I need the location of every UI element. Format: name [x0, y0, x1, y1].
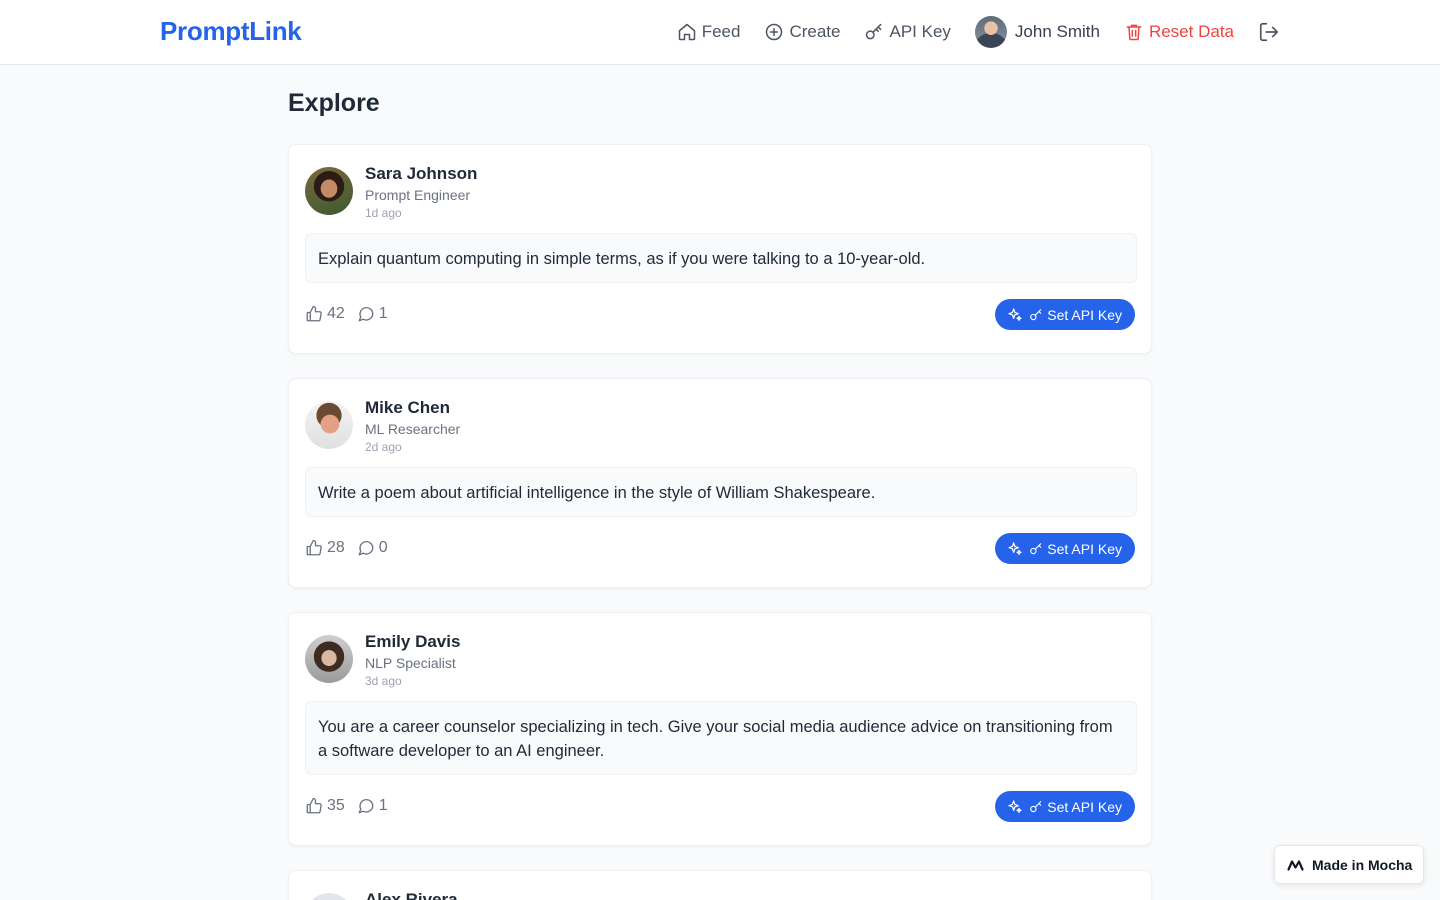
comment-button[interactable]: 0 [357, 539, 388, 557]
post-timestamp: 3d ago [365, 674, 402, 688]
key-icon [1030, 542, 1042, 554]
key-icon [1030, 800, 1042, 812]
comment-button[interactable]: 1 [357, 305, 388, 323]
author-role: ML Researcher [365, 421, 461, 437]
post-card: Sara Johnson Prompt Engineer 1d ago Expl… [288, 144, 1152, 354]
set-api-key-button[interactable]: Set API Key [995, 299, 1135, 330]
like-count: 28 [327, 539, 345, 556]
reset-data-button[interactable]: Reset Data [1124, 22, 1234, 42]
prompt-text: You are a career counselor specializing … [305, 701, 1137, 775]
trash-icon [1126, 24, 1142, 41]
post-card: Mike Chen ML Researcher 2d ago Write a p… [288, 378, 1152, 588]
like-count: 42 [327, 305, 345, 322]
nav-create[interactable]: Create [764, 22, 840, 42]
author-name[interactable]: Sara Johnson [365, 164, 477, 184]
prompt-text: Explain quantum computing in simple term… [305, 233, 1137, 283]
nav-feed[interactable]: Feed [677, 22, 741, 42]
thumbs-up-icon [306, 539, 322, 556]
post-card: Emily Davis NLP Specialist 3d ago You ar… [288, 612, 1152, 846]
comment-count: 0 [378, 539, 388, 556]
comment-button[interactable]: 1 [357, 797, 388, 815]
nav-feed-label: Feed [701, 22, 741, 41]
like-count: 35 [327, 797, 345, 814]
author-avatar[interactable] [305, 635, 353, 683]
like-button[interactable]: 35 [305, 797, 345, 815]
author-avatar[interactable] [305, 167, 353, 215]
author-name[interactable]: Mike Chen [365, 398, 450, 418]
user-profile-link[interactable]: John Smith [974, 16, 1100, 48]
set-api-key-label: Set API Key [1047, 798, 1122, 815]
set-api-key-label: Set API Key [1047, 306, 1122, 323]
user-name: John Smith [1014, 22, 1100, 41]
post-card: Alex Rivera [288, 870, 1152, 900]
post-stats: 35 1 [305, 797, 400, 815]
thumbs-up-icon [306, 797, 322, 814]
comment-icon [358, 799, 374, 814]
author-name[interactable]: Emily Davis [365, 632, 460, 652]
logout-button[interactable] [1258, 21, 1280, 43]
sparkles-icon [1008, 541, 1022, 555]
author-role: NLP Specialist [365, 655, 456, 671]
sparkles-icon [1008, 799, 1022, 813]
author-role: Prompt Engineer [365, 187, 471, 203]
page-title: Explore [288, 89, 380, 117]
key-icon [866, 23, 882, 40]
sparkles-icon [1008, 307, 1022, 321]
post-timestamp: 2d ago [365, 440, 402, 454]
reset-data-label: Reset Data [1148, 22, 1234, 41]
brand-logo[interactable]: PromptLink [160, 16, 302, 47]
set-api-key-label: Set API Key [1047, 540, 1122, 557]
plus-circle-icon [766, 23, 783, 41]
like-button[interactable]: 28 [305, 539, 345, 557]
comment-count: 1 [378, 797, 388, 814]
set-api-key-button[interactable]: Set API Key [995, 533, 1135, 564]
comment-icon [358, 541, 374, 556]
key-icon [1030, 308, 1042, 320]
mocha-logo-icon [1287, 859, 1304, 871]
made-in-mocha-badge[interactable]: Made in Mocha [1274, 845, 1424, 884]
top-navigation-bar: PromptLink Feed Create API Key John Smit… [0, 0, 1440, 65]
comment-count: 1 [378, 305, 388, 322]
like-button[interactable]: 42 [305, 305, 345, 323]
comment-icon [358, 307, 374, 322]
main-nav: Feed Create API Key John Smith Reset Dat… [653, 0, 1280, 64]
user-avatar [974, 16, 1007, 48]
nav-api-key[interactable]: API Key [864, 22, 951, 42]
author-name[interactable]: Alex Rivera [365, 890, 458, 900]
author-avatar[interactable] [305, 401, 353, 449]
post-stats: 28 0 [305, 539, 400, 557]
thumbs-up-icon [306, 305, 322, 322]
set-api-key-button[interactable]: Set API Key [995, 791, 1135, 822]
nav-api-key-label: API Key [889, 22, 951, 41]
post-timestamp: 1d ago [365, 206, 402, 220]
prompt-text: Write a poem about artificial intelligen… [305, 467, 1137, 517]
logout-icon [1259, 22, 1279, 42]
nav-create-label: Create [789, 22, 841, 41]
author-avatar[interactable] [305, 893, 353, 900]
made-in-mocha-label: Made in Mocha [1312, 856, 1413, 873]
home-icon [678, 23, 695, 41]
post-stats: 42 1 [305, 305, 400, 323]
